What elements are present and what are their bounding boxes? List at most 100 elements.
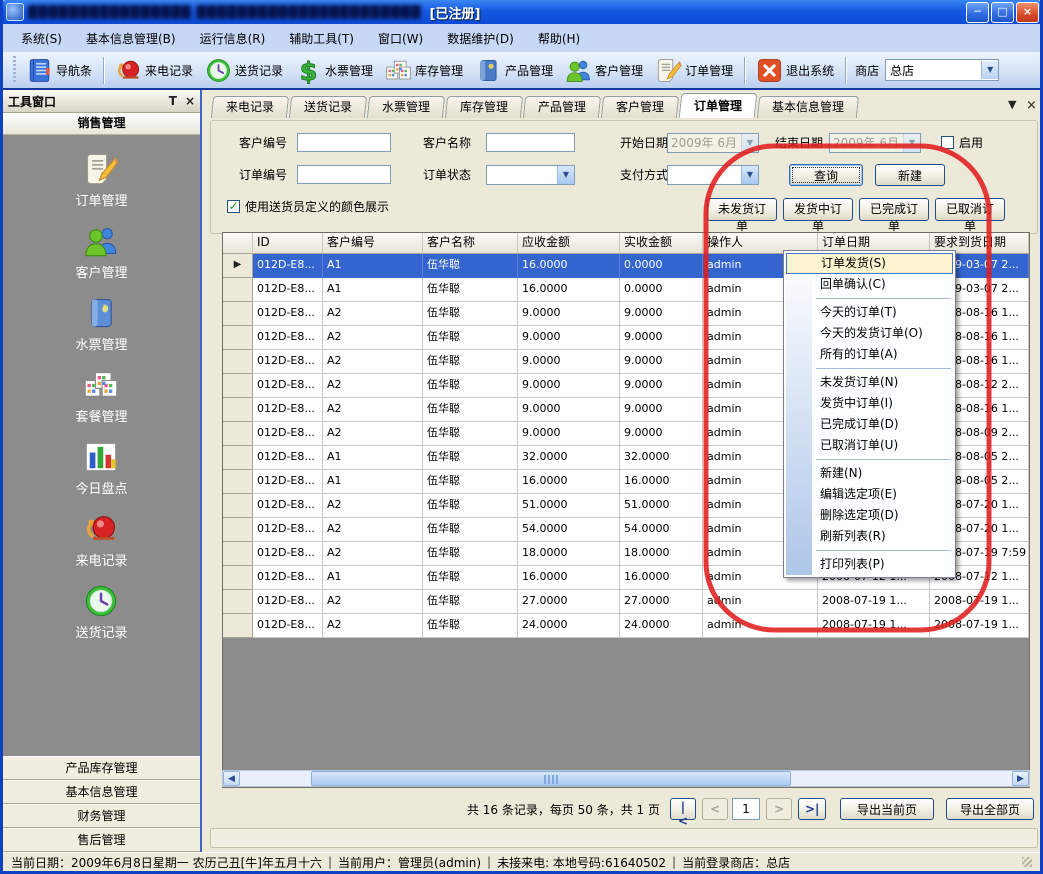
tab-close-icon[interactable]: × — [1026, 98, 1037, 113]
row-selector-cell[interactable]: ▶ — [223, 254, 253, 278]
row-selector-cell[interactable] — [223, 350, 253, 374]
order-no-input[interactable] — [297, 165, 391, 184]
column-header-客户名称[interactable]: 客户名称 — [423, 233, 518, 254]
tab-客户管理[interactable]: 客户管理 — [601, 96, 679, 118]
first-page-button[interactable]: |< — [670, 798, 696, 820]
query-button[interactable]: 查询 — [789, 164, 863, 186]
toolbar-inventory-button[interactable]: 库存管理 — [379, 55, 469, 86]
scroll-left-icon[interactable]: ◀ — [223, 771, 240, 786]
sidebar-item-customer[interactable]: 客户管理 — [75, 223, 127, 281]
sidebar-group-基本信息管理[interactable]: 基本信息管理 — [3, 780, 200, 804]
tab-list-dropdown-icon[interactable]: ▼ — [1008, 98, 1016, 111]
row-selector-cell[interactable] — [223, 566, 253, 590]
shop-select[interactable]: 总店 ▼ — [885, 59, 999, 81]
row-selector-cell[interactable] — [223, 374, 253, 398]
color-display-checkbox[interactable]: ✓ — [227, 200, 240, 213]
context-menu-item-cancelled-orders[interactable]: 已取消订单(U) — [786, 435, 953, 456]
customer-no-input[interactable] — [297, 133, 391, 152]
last-page-button[interactable]: >| — [798, 798, 826, 820]
toolbar-incoming-call-button[interactable]: 来电记录 — [109, 55, 199, 86]
context-menu-item-shipping-orders[interactable]: 发货中订单(I) — [786, 393, 953, 414]
sidebar-item-package[interactable]: 套餐管理 — [75, 367, 127, 425]
status-filter-button-0[interactable]: 未发货订单 — [707, 198, 777, 221]
context-menu-item-print-list[interactable]: 打印列表(P) — [786, 554, 953, 575]
context-menu-item-all-orders[interactable]: 所有的订单(A) — [786, 344, 953, 365]
close-button[interactable]: × — [1016, 2, 1039, 23]
sidebar-item-delivery-record[interactable]: 送货记录 — [75, 583, 127, 641]
chevron-down-icon[interactable]: ▼ — [557, 166, 574, 184]
table-row[interactable]: 012D-E8...A2伍华聪24.000024.0000admin2008-0… — [223, 614, 1029, 638]
sidebar-group-售后管理[interactable]: 售后管理 — [3, 828, 200, 852]
tab-送货记录[interactable]: 送货记录 — [289, 96, 367, 118]
row-selector-cell[interactable] — [223, 422, 253, 446]
context-menu-item-delete-selected[interactable]: 删除选定项(D) — [786, 505, 953, 526]
sidebar-group-产品库存管理[interactable]: 产品库存管理 — [3, 756, 200, 780]
context-menu-item-new[interactable]: 新建(N) — [786, 463, 953, 484]
toolbar-order-button[interactable]: 订单管理 — [649, 55, 739, 86]
row-selector-cell[interactable] — [223, 494, 253, 518]
toolbar-customer-button[interactable]: 客户管理 — [559, 55, 649, 86]
row-selector-cell[interactable] — [223, 398, 253, 422]
sidebar-item-today-check[interactable]: 今日盘点 — [75, 439, 127, 497]
page-number-input[interactable] — [732, 798, 760, 820]
context-menu-item-receipt-confirm[interactable]: 回单确认(C) — [786, 274, 953, 295]
sidebar-item-water-ticket[interactable]: 水票管理 — [75, 295, 127, 353]
context-menu-item-today-shipped-orders[interactable]: 今天的发货订单(O) — [786, 323, 953, 344]
tab-基本信息管理[interactable]: 基本信息管理 — [757, 96, 859, 118]
row-selector-cell[interactable] — [223, 302, 253, 326]
tab-水票管理[interactable]: 水票管理 — [367, 96, 445, 118]
row-selector-cell[interactable] — [223, 446, 253, 470]
menubar-item-window[interactable]: 窗口(W) — [366, 27, 435, 50]
column-header-应收金额[interactable]: 应收金额 — [518, 233, 620, 254]
pin-icon[interactable]: T — [169, 94, 177, 108]
chevron-down-icon[interactable]: ▼ — [981, 61, 998, 79]
menubar-item-help[interactable]: 帮助(H) — [526, 27, 592, 50]
table-row[interactable]: 012D-E8...A2伍华聪27.000027.0000admin2008-0… — [223, 590, 1029, 614]
end-date-picker[interactable]: 2009年 6月 8日 ▼ — [829, 133, 921, 153]
context-menu-item-today-orders[interactable]: 今天的订单(T) — [786, 302, 953, 323]
order-status-select[interactable]: ▼ — [486, 165, 575, 185]
new-button[interactable]: 新建 — [875, 164, 945, 186]
status-filter-button-2[interactable]: 已完成订单 — [859, 198, 929, 221]
toolbar-water-ticket-button[interactable]: $水票管理 — [289, 55, 379, 86]
payment-select[interactable]: ▼ — [667, 165, 759, 185]
row-selector-cell[interactable] — [223, 470, 253, 494]
row-selector-cell[interactable] — [223, 542, 253, 566]
toolbar-navigator-button[interactable]: 导航条 — [20, 55, 98, 86]
column-header-实收金额[interactable]: 实收金额 — [620, 233, 703, 254]
status-filter-button-3[interactable]: 已取消订单 — [935, 198, 1005, 221]
toolbar-delivery-record-button[interactable]: 送货记录 — [199, 55, 289, 86]
context-menu-item-unshipped-orders[interactable]: 未发货订单(N) — [786, 372, 953, 393]
start-date-picker[interactable]: 2009年 6月 8日 ▼ — [667, 133, 759, 153]
tab-产品管理[interactable]: 产品管理 — [523, 96, 601, 118]
status-filter-button-1[interactable]: 发货中订单 — [783, 198, 853, 221]
sidebar-group-财务管理[interactable]: 财务管理 — [3, 804, 200, 828]
minimize-button[interactable]: ─ — [966, 2, 989, 23]
context-menu-item-edit-selected[interactable]: 编辑选定项(E) — [786, 484, 953, 505]
menubar-item-aux-tools[interactable]: 辅助工具(T) — [277, 27, 366, 50]
next-page-button[interactable]: > — [766, 798, 792, 820]
row-selector-cell[interactable] — [223, 590, 253, 614]
sidebar-close-icon[interactable]: × — [185, 94, 195, 108]
tab-订单管理[interactable]: 订单管理 — [679, 93, 758, 118]
tab-库存管理[interactable]: 库存管理 — [445, 96, 523, 118]
tab-来电记录[interactable]: 来电记录 — [211, 96, 289, 118]
sidebar-item-incoming-call[interactable]: 来电记录 — [75, 511, 127, 569]
menubar-item-run-info[interactable]: 运行信息(R) — [188, 27, 278, 50]
context-menu-item-refresh-list[interactable]: 刷新列表(R) — [786, 526, 953, 547]
context-menu-item-order-ship[interactable]: 订单发货(S) — [786, 253, 953, 274]
row-selector-cell[interactable] — [223, 518, 253, 542]
customer-name-input[interactable] — [486, 133, 575, 152]
sidebar-group-sales[interactable]: 销售管理 — [3, 113, 200, 135]
menubar-item-system[interactable]: 系统(S) — [9, 27, 74, 50]
menubar-item-data-maintain[interactable]: 数据维护(D) — [435, 27, 526, 50]
toolbar-product-button[interactable]: 产品管理 — [469, 55, 559, 86]
scroll-right-icon[interactable]: ▶ — [1012, 771, 1029, 786]
menubar-item-basic-info[interactable]: 基本信息管理(B) — [74, 27, 188, 50]
column-header-ID[interactable]: ID — [253, 233, 323, 254]
export-current-page-button[interactable]: 导出当前页 — [840, 798, 934, 820]
enable-date-checkbox[interactable] — [941, 136, 954, 149]
context-menu-item-completed-orders[interactable]: 已完成订单(D) — [786, 414, 953, 435]
row-selector-cell[interactable] — [223, 326, 253, 350]
row-selector-cell[interactable] — [223, 278, 253, 302]
